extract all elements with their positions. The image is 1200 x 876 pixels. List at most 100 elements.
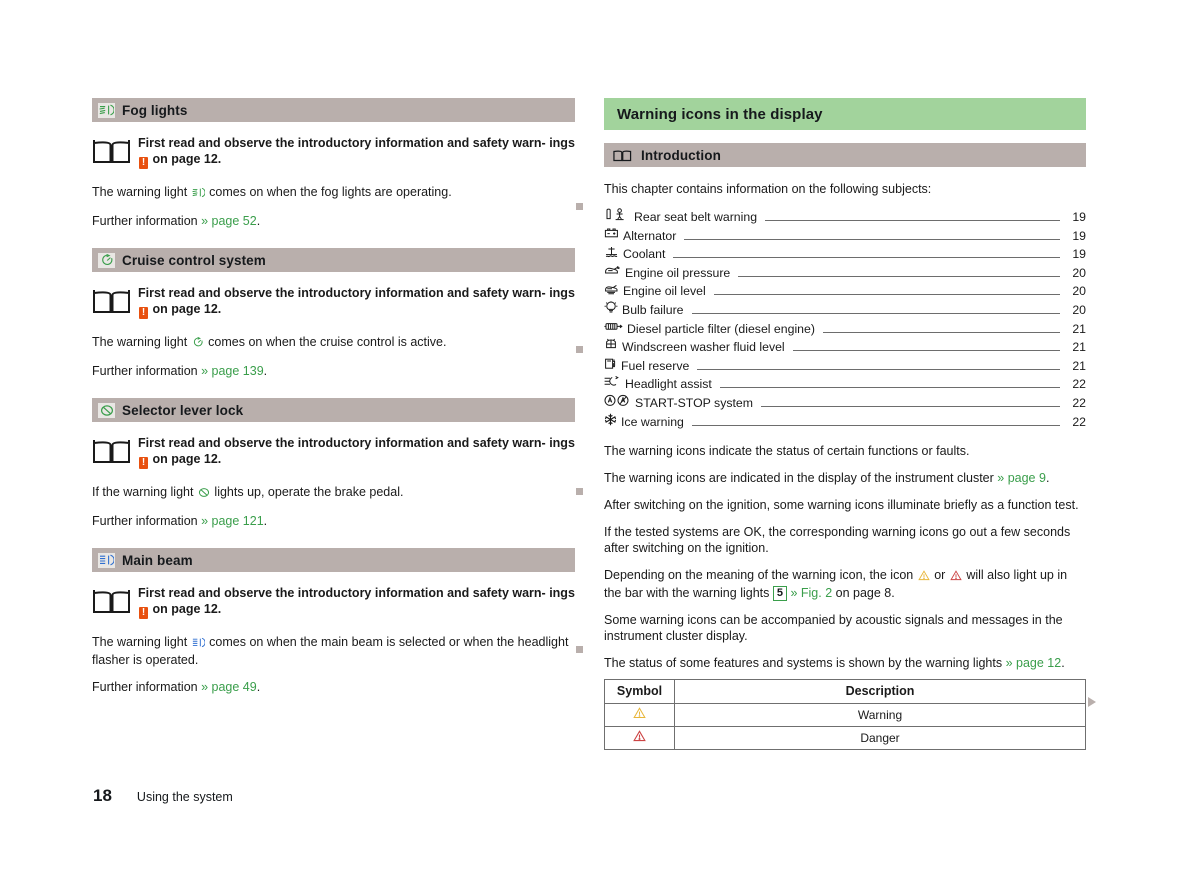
further-label: Further information (92, 364, 198, 378)
section-body: The warning light comes on when the main… (92, 634, 575, 668)
cruise-control-icon (98, 252, 115, 268)
section-title: Fog lights (122, 102, 188, 118)
further-end: . (256, 680, 261, 694)
windscreen-washer-icon (604, 338, 618, 351)
table-cell-description: Warning (674, 703, 1086, 728)
further-label: Further information (92, 214, 198, 228)
table-header-row: Symbol Description (604, 679, 1086, 705)
toc-leader (792, 350, 1060, 352)
note-mid: ings (549, 286, 575, 300)
note-suffix: on page 12. (152, 301, 222, 316)
section-body: The warning light comes on when the crui… (92, 334, 575, 352)
note-suffix: on page 12. (152, 151, 222, 166)
toc-item[interactable]: Diesel particle filter (diesel engine) 2… (604, 320, 1086, 339)
paragraph-6: Some warning icons can be accompanied by… (604, 613, 1063, 644)
fuel-reserve-icon (604, 357, 617, 370)
toc-label: Windscreen washer fluid level (622, 340, 785, 355)
note-prefix: First read and observe the introductory … (138, 136, 546, 150)
chapter-header: Warning icons in the display (604, 98, 1086, 130)
toc-label: Engine oil pressure (625, 265, 731, 280)
gutter-marker (576, 203, 583, 210)
figure-link[interactable]: » Fig. 2 (790, 586, 832, 600)
note-prefix: First read and observe the introductory … (138, 436, 546, 450)
section-title: Main beam (122, 552, 193, 568)
note-mid: ings (549, 586, 575, 600)
book-icon (613, 149, 632, 162)
gutter-marker (576, 488, 583, 495)
toc-label: Diesel particle filter (diesel engine) (627, 321, 815, 336)
toc-item[interactable]: Engine oil level 20 (604, 282, 1086, 301)
toc-item[interactable]: Engine oil pressure 20 (604, 264, 1086, 283)
toc-label: Headlight assist (625, 377, 712, 392)
book-icon (92, 286, 138, 320)
paragraph-2-end: . (1045, 471, 1050, 486)
warning-badge-icon: ! (139, 606, 148, 619)
note-suffix: on page 12. (152, 601, 222, 616)
alternator-icon (604, 227, 619, 240)
chapter-title: Warning icons in the display (617, 105, 823, 123)
page-link[interactable]: » page 121 (201, 514, 264, 528)
body-after: lights up, operate the brake pedal. (214, 485, 404, 499)
body-after: comes on when the cruise control is acti… (208, 335, 447, 349)
section-header-cruise-control: Cruise control system (92, 248, 575, 272)
table-row: Warning (604, 703, 1086, 728)
toc-page: 22 (1072, 377, 1086, 392)
toc-page: 22 (1072, 395, 1086, 410)
toc-item[interactable]: Bulb failure 20 (604, 301, 1086, 320)
toc-leader (822, 331, 1060, 333)
selector-lever-lock-icon (198, 486, 210, 502)
toc-item[interactable]: Alternator 19 (604, 227, 1086, 246)
toc-item[interactable]: Coolant 19 (604, 245, 1086, 264)
section-fog-lights: Fog lights First read and observe the in… (92, 98, 575, 229)
gutter-marker (576, 646, 583, 653)
safety-note-text: First read and observe the introductory … (138, 436, 575, 469)
toc-page: 21 (1072, 340, 1086, 355)
safety-note-text: First read and observe the introductory … (138, 286, 575, 319)
engine-oil-pressure-icon (604, 264, 621, 277)
section-title: Cruise control system (122, 252, 266, 268)
page-link[interactable]: » page 139 (201, 364, 264, 378)
toc-label: Bulb failure (622, 302, 684, 317)
paragraph-4: If the tested systems are OK, the corres… (604, 525, 1071, 556)
toc-leader (673, 257, 1060, 259)
note-suffix: on page 12. (152, 451, 222, 466)
cruise-control-icon (192, 336, 204, 352)
symbol-description-table: Symbol Description Warning Danger (604, 679, 1086, 751)
page-link[interactable]: » page 52 (201, 214, 257, 228)
continuation-arrow-icon (1088, 697, 1096, 707)
page-footer: 18 Using the system (93, 786, 233, 806)
toc-item[interactable]: Ice warning 22 (604, 413, 1086, 432)
section-selector-lever-lock: Selector lever lock First read and obser… (92, 398, 575, 529)
fog-light-icon (192, 186, 206, 202)
toc-item[interactable]: Headlight assist 22 (604, 375, 1086, 394)
further-label: Further information (92, 680, 198, 694)
engine-oil-level-icon (604, 282, 619, 295)
subsection-title: Introduction (641, 147, 721, 163)
toc-item[interactable]: Fuel reserve 21 (604, 357, 1086, 376)
toc-leader (691, 424, 1060, 426)
safety-note: First read and observe the introductory … (92, 436, 575, 470)
toc-item[interactable]: START-STOP system 22 (604, 394, 1086, 413)
toc-label: Alternator (623, 228, 677, 243)
toc-label: Fuel reserve (621, 358, 690, 373)
safety-note: First read and observe the introductory … (92, 286, 575, 320)
toc-label: Engine oil level (623, 284, 706, 299)
coolant-icon (604, 245, 619, 258)
section-body: The warning light comes on when the fog … (92, 184, 575, 202)
page-link[interactable]: » page 9 (997, 471, 1046, 485)
page-link[interactable]: » page 49 (201, 680, 257, 694)
warning-triangle-yellow-icon (604, 703, 675, 728)
footer-chapter: Using the system (136, 790, 233, 804)
section-body: If the warning light lights up, operate … (92, 484, 575, 502)
note-prefix: First read and observe the introductory … (138, 586, 546, 600)
toc-label: Ice warning (621, 414, 684, 429)
toc-page: 20 (1072, 284, 1086, 299)
toc-item[interactable]: Rear seat belt warning 19 (604, 208, 1086, 227)
page-link[interactable]: » page 12 (1006, 656, 1062, 670)
toc-item[interactable]: Windscreen washer fluid level 21 (604, 338, 1086, 357)
toc-leader (691, 312, 1060, 314)
safety-note: First read and observe the introductory … (92, 136, 575, 170)
book-icon (92, 436, 138, 470)
note-mid: ings (549, 436, 575, 450)
safety-note-text: First read and observe the introductory … (138, 136, 575, 169)
